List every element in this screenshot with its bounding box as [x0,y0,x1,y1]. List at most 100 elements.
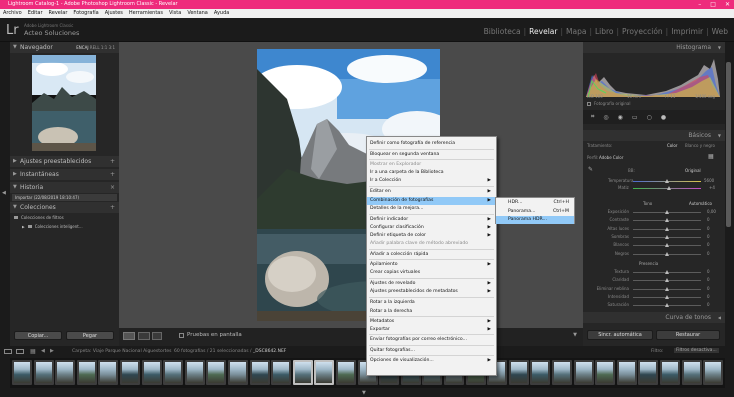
module-libro[interactable]: Libro [595,27,614,36]
crop-tool-icon[interactable]: ⌗ [591,113,594,121]
context-menu-item[interactable]: Rotar a la izquierda [367,299,496,307]
slider-value[interactable]: 0 [707,234,710,239]
slider-value[interactable]: 0 [707,302,710,307]
filmstrip-thumbnail[interactable] [76,360,97,385]
zoom-fit[interactable]: ENCAJ [76,45,88,50]
context-menu-item[interactable]: Opciones de visualización... ▶ [367,357,496,365]
zoom-1-1[interactable]: 1:1 [101,45,107,50]
temp-slider-knob[interactable] [665,179,669,183]
loupe-view-icon[interactable] [123,332,135,340]
navigator-preview[interactable] [32,55,96,151]
filmstrip-file[interactable]: _DSC8642.NEF [253,349,286,354]
filmstrip-thumbnail[interactable] [552,360,572,385]
context-menu-item[interactable]: Exportar ▶ [367,326,496,334]
clear-history-icon[interactable]: × [110,182,115,193]
menu-revelar[interactable]: Revelar [49,9,68,18]
context-menu-item[interactable]: Ajustes preestablecidos de metadatos ▶ [367,288,496,296]
menu-herramientas[interactable]: Herramientas [129,9,163,18]
add-preset-icon[interactable]: + [110,156,115,167]
filmstrip-thumbnail[interactable] [530,360,551,385]
maximize-icon[interactable]: □ [710,0,716,9]
auto-sync-button[interactable]: Sincr. automática [587,330,653,340]
slider-knob[interactable] [665,270,669,274]
filmstrip-thumbnail[interactable] [703,360,724,385]
add-snapshot-icon[interactable]: + [110,169,115,180]
graduated-filter-icon[interactable]: ▭ [632,114,638,121]
zoom-fill[interactable]: RELL [90,45,100,50]
context-menu-item[interactable]: Añadir a colección rápida [367,251,496,259]
filmstrip-thumbnail[interactable] [616,360,637,385]
menu-ajustes[interactable]: Ajustes [105,9,123,18]
treatment-color[interactable]: Color [667,143,677,148]
wb-select[interactable]: Original [685,168,701,173]
context-menu-item[interactable]: Detalles de la mejora... [367,205,496,213]
module-biblioteca[interactable]: Biblioteca [484,27,521,36]
minimize-icon[interactable]: – [698,0,701,9]
module-web[interactable]: Web [712,27,728,36]
context-menu-item[interactable]: Rotar a la derecha [367,308,496,316]
zoom-3-1[interactable]: 3:1 [109,45,115,50]
add-collection-icon[interactable]: + [110,202,115,213]
menu-ayuda[interactable]: Ayuda [214,9,229,18]
filmstrip-thumbnail[interactable] [595,360,616,385]
tone-curve-header[interactable]: Curva de tonos ◀ [583,312,725,323]
proof-checkbox[interactable] [179,333,184,338]
filter-select[interactable]: Filtros desactiva... [674,348,719,353]
context-menu-item[interactable]: Bloquear en segunda ventana [367,151,496,159]
collapse-bottom-icon[interactable]: ▼ [362,390,366,396]
navigator-header[interactable]: ▼ Navegador ENCAJ RELL 1:1 3:1 [10,42,119,53]
filmstrip-thumbnail[interactable] [681,360,702,385]
slider-value[interactable]: 0 [707,251,710,256]
module-revelar[interactable]: Revelar [529,27,557,36]
histogram-header[interactable]: Histograma ▼ [583,42,725,53]
slider-knob[interactable] [665,294,669,299]
context-menu-item[interactable]: Configurar clasificación ▶ [367,224,496,232]
slider-knob[interactable] [665,243,669,248]
filmstrip-secondary-icon[interactable] [16,349,24,354]
slider-value[interactable]: 0 [707,286,710,291]
histogram-graph[interactable] [586,55,720,97]
filmstrip-thumbnail[interactable] [508,360,529,385]
filmstrip-thumbnail[interactable] [573,360,594,385]
right-scrollbar-thumb[interactable] [726,62,731,227]
slider-value[interactable]: 0 [707,242,710,247]
submenu-item[interactable]: HDR... Ctrl+H [496,199,574,207]
slider-knob[interactable] [665,303,669,308]
context-menu-item[interactable]: Ir a Colección ▶ [367,177,496,185]
slider-value[interactable]: 0 [707,269,710,274]
filmstrip-thumbnail[interactable] [638,360,659,385]
context-menu-item[interactable]: Metadatos ▶ [367,318,496,326]
menu-ventana[interactable]: Ventana [187,9,208,18]
filmstrip-thumbnail[interactable] [12,360,32,385]
submenu-item[interactable]: Panorama HDR... [496,216,574,224]
forward-arrow-icon[interactable]: ▶ [50,348,54,354]
module-mapa[interactable]: Mapa [566,27,586,36]
filmstrip-thumbnail[interactable] [33,360,54,385]
context-menu-item[interactable]: Ajustes de revelado ▶ [367,280,496,288]
context-menu-item[interactable]: Enviar fotografías por correo electrónic… [367,336,496,344]
original-photo-checkbox[interactable] [587,102,591,106]
slider-knob[interactable] [665,218,669,223]
menu-vista[interactable]: Vista [169,9,181,18]
filmstrip-thumbnail[interactable] [292,360,313,385]
slider-value[interactable]: 0 [707,217,710,222]
context-menu-item[interactable]: Crear copias virtuales [367,269,496,277]
slider-value[interactable]: 0 [707,277,710,282]
profile-select[interactable]: Adobe Color [599,155,623,160]
treatment-bw[interactable]: Blanco y negro [685,143,715,148]
context-menu-item[interactable]: Ir a una carpeta de la Biblioteca [367,169,496,177]
filmstrip-thumbnail[interactable] [141,360,162,385]
slider-value[interactable]: 0 [707,226,710,231]
module-proyeccion[interactable]: Proyección [622,27,663,36]
toolbar-menu-icon[interactable]: ▼ [573,332,577,338]
menu-editar[interactable]: Editar [28,9,43,18]
spot-removal-icon[interactable]: ◎ [603,114,608,121]
filmstrip-thumbnail[interactable] [314,360,335,385]
temp-value[interactable]: 5600 [704,178,714,183]
collapse-left-icon[interactable]: ◀ [2,190,6,196]
grid-icon[interactable]: ▦ [30,348,36,355]
collections-header[interactable]: ▼ Colecciones + [10,202,119,213]
filmstrip-thumbnail[interactable] [163,360,184,385]
filmstrip-thumbnail[interactable] [249,360,270,385]
menu-archivo[interactable]: Archivo [3,9,22,18]
